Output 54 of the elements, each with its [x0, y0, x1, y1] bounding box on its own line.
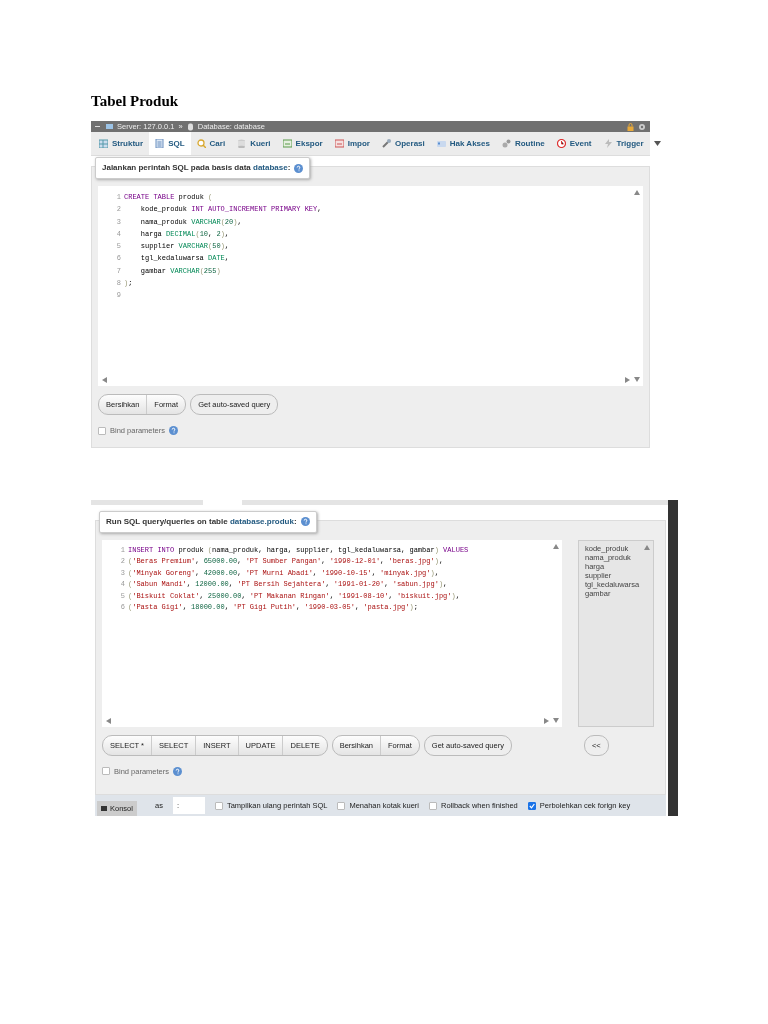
scroll-down-icon[interactable] [633, 376, 641, 383]
checkbox[interactable] [527, 801, 536, 810]
legend-text: Run SQL query/queries on table database.produk: [106, 515, 297, 528]
server-icon [106, 122, 113, 131]
bolt-icon [603, 139, 613, 148]
scroll-up-icon[interactable] [633, 189, 641, 196]
table-icon [99, 139, 108, 148]
database-link[interactable]: database [253, 163, 288, 172]
scroll-right-icon[interactable] [543, 716, 550, 725]
check-icon [528, 802, 535, 809]
window-icon [334, 139, 344, 148]
document-heading: Tabel Produk [91, 92, 180, 110]
scrollbar[interactable] [668, 499, 678, 816]
search-icon [196, 139, 206, 148]
lock-icon[interactable] [627, 122, 634, 131]
tab[interactable]: Trigger [597, 132, 650, 155]
tab[interactable]: Impor [328, 132, 376, 155]
database-link[interactable]: database.produk [229, 516, 294, 526]
tab[interactable]: Operasi [375, 132, 431, 155]
scroll-up-icon[interactable] [643, 543, 651, 551]
scroll-up-icon[interactable] [552, 542, 560, 550]
tab[interactable]: Struktur [93, 132, 150, 155]
caret-icon[interactable] [653, 141, 661, 146]
help-icon [294, 163, 304, 173]
checkbox[interactable] [102, 767, 110, 776]
scroll-down-icon[interactable] [552, 716, 560, 724]
legend-text: Jalankan perintah SQL pada basis data database: [102, 162, 291, 174]
tab[interactable]: Event [550, 132, 598, 155]
wrench-icon [381, 139, 391, 148]
code-editor[interactable] [102, 539, 562, 727]
tab[interactable]: Cari [190, 132, 232, 155]
card-icon [436, 139, 446, 148]
database-icon [186, 122, 194, 131]
tab[interactable]: SQL [149, 132, 191, 155]
settings-icon[interactable] [638, 122, 646, 131]
checkbox[interactable] [337, 801, 346, 810]
window-icon [282, 139, 292, 148]
scroll-left-icon[interactable] [105, 716, 112, 725]
document-icon [155, 139, 165, 148]
tab[interactable]: Hak Akses [430, 132, 496, 155]
help-icon [173, 766, 183, 776]
database-icon [237, 139, 247, 148]
scroll-right-icon[interactable] [624, 376, 631, 384]
clock-icon [556, 139, 566, 148]
console-icon [101, 805, 107, 811]
checkbox[interactable] [98, 426, 106, 435]
tab[interactable]: Ekspor [276, 132, 329, 155]
help-icon [169, 426, 179, 436]
tab[interactable]: Routine [495, 132, 551, 155]
checkbox[interactable] [429, 801, 438, 810]
scroll-left-icon[interactable] [101, 376, 108, 384]
checkbox[interactable] [214, 801, 223, 810]
help-icon [300, 517, 310, 526]
tab[interactable]: Kueri [231, 132, 277, 155]
